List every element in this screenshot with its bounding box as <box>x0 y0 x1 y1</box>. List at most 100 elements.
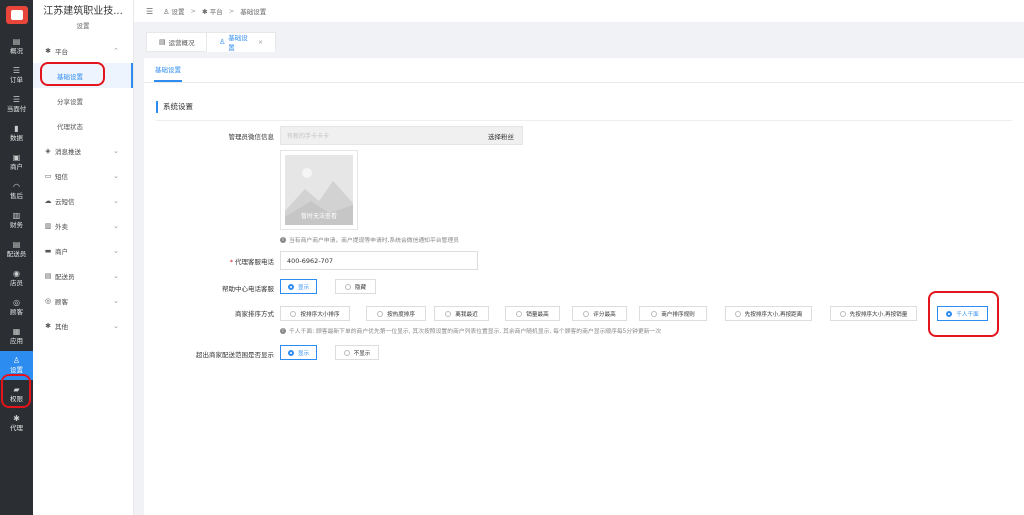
rail-item-4[interactable]: ▣ 商户 <box>0 148 33 177</box>
image-placeholder-icon: 暂时无法查看 <box>285 155 353 225</box>
rail-item-label: 顾客 <box>10 308 23 317</box>
tab-label: 基础设置 <box>228 34 248 52</box>
sidebar-group-1[interactable]: ◈ 消息推送 ⌄ <box>33 138 133 163</box>
sort-option-nearest[interactable]: 离我最近 <box>434 306 489 321</box>
user-settings-icon: ♙ <box>12 356 21 366</box>
chevron-down-icon: ⌄ <box>113 146 119 155</box>
sidebar-group-0[interactable]: ✱ 平台 ⌃ <box>33 38 133 63</box>
radio-dot <box>651 310 658 317</box>
annotation-highlight-settings <box>1 374 31 408</box>
rail-item-label: 设置 <box>10 366 23 375</box>
chevron-down-icon: ⌄ <box>113 246 119 255</box>
close-icon[interactable]: × <box>258 39 263 46</box>
message-icon: ▭ <box>44 171 52 180</box>
chevron-down-icon: ⌄ <box>113 296 119 305</box>
list-icon: ☰ <box>12 66 21 76</box>
radio-label: 隐藏 <box>354 284 367 291</box>
radio-label: 评分最高 <box>593 311 616 318</box>
card-tabs: 基础设置 <box>144 58 1024 83</box>
chevron-up-icon: ⌃ <box>113 46 119 55</box>
breadcrumb-label: 基础设置 <box>240 8 267 16</box>
select-fans-button[interactable]: 选择粉丝 <box>479 126 523 145</box>
radio-label: 按排序大小排序 <box>300 311 340 318</box>
rail-item-label: 代理 <box>10 424 23 433</box>
tab-overview[interactable]: ▤ 运营概况 <box>146 32 209 52</box>
page-tabs: ▤ 运营概况 ♙ 基础设置 × <box>134 32 1024 52</box>
card-tab-basic-settings[interactable]: 基础设置 <box>154 58 182 82</box>
sidebar-group-5[interactable]: ▬ 商户 ⌄ <box>33 238 133 263</box>
rail-item-label: 商户 <box>10 163 23 172</box>
rail-item-13[interactable]: ✱ 代理 <box>0 409 33 438</box>
tab-basic-settings[interactable]: ♙ 基础设置 × <box>206 32 276 52</box>
avatar-preview[interactable]: 暂时无法查看 <box>280 150 358 230</box>
rail-item-3[interactable]: ▮ 数据 <box>0 119 33 148</box>
breadcrumb-item-2[interactable]: 基础设置 <box>240 6 266 16</box>
rail-item-1[interactable]: ☰ 订单 <box>0 61 33 90</box>
org-title: 江苏建筑职业技... <box>43 6 123 17</box>
sidebar-group-label: 短信 <box>55 172 68 181</box>
rail-item-9[interactable]: ◎ 顾客 <box>0 293 33 322</box>
sidebar-item-0-2[interactable]: 代理状态 <box>33 113 133 138</box>
customer-icon: ◎ <box>13 298 20 308</box>
breadcrumb-label: 设置 <box>171 8 185 16</box>
sidebar-group-6[interactable]: ▤ 配送员 ⌄ <box>33 263 133 288</box>
annotation-highlight-basic-settings <box>40 62 105 86</box>
rail-item-label: 当面付 <box>6 105 27 114</box>
customer-icon: ◎ <box>44 296 52 305</box>
dashboard-icon: ▤ <box>159 38 166 46</box>
help-center-show-radio[interactable]: 显示 <box>280 279 317 294</box>
sort-option-order-then-sales[interactable]: 先按排序大小,再按销量 <box>830 306 917 321</box>
top-bar: ☰ ♙ 设置 > ✱ 平台 > 基础设置 <box>134 0 1024 22</box>
chevron-down-icon: ⌄ <box>113 171 119 180</box>
rail-item-label: 概况 <box>10 47 23 56</box>
radio-dot <box>377 310 383 317</box>
sort-option-top-rating[interactable]: 评分最高 <box>572 306 627 321</box>
phone-input[interactable]: 400-6962-707 <box>280 251 478 270</box>
image-caption: 暂时无法查看 <box>300 213 337 220</box>
sort-option-merchant-rule[interactable]: 商户排序规则 <box>639 306 707 321</box>
help-center-hide-radio[interactable]: 隐藏 <box>335 279 376 294</box>
help-text: 千人千面: 顾客最新下单的商户优先第一位显示, 其次按照设置的商户列表位置显示,… <box>289 329 662 335</box>
rail-item-8[interactable]: ◉ 店员 <box>0 264 33 293</box>
rail-item-0[interactable]: ▤ 概况 <box>0 32 33 61</box>
sidebar-group-4[interactable]: ▥ 外卖 ⌄ <box>33 213 133 238</box>
rail-item-5[interactable]: ◠ 售后 <box>0 177 33 206</box>
breadcrumb-item-1[interactable]: ✱ 平台 <box>202 6 223 16</box>
sidebar-group-3[interactable]: ☁ 云短信 ⌄ <box>33 188 133 213</box>
store-icon: ▣ <box>12 153 21 163</box>
radio-label: 先按排序大小,再按距离 <box>744 311 803 318</box>
info-icon: i <box>280 327 286 334</box>
radio-label: 不显示 <box>353 350 371 357</box>
rail-item-10[interactable]: ▦ 应用 <box>0 322 33 351</box>
sidebar-group-label: 平台 <box>55 47 68 56</box>
rail-item-6[interactable]: ▥ 财务 <box>0 206 33 235</box>
apps-icon: ▦ <box>12 327 21 337</box>
sidebar-item-0-1[interactable]: 分享设置 <box>33 88 133 113</box>
rail-item-2[interactable]: ☰ 当面付 <box>0 90 33 119</box>
cloud-icon: ☁ <box>44 196 52 205</box>
sort-help: i 千人千面: 顾客最新下单的商户优先第一位显示, 其次按照设置的商户列表位置显… <box>280 326 661 335</box>
breadcrumb-item-0[interactable]: ♙ 设置 <box>163 6 184 16</box>
gear-icon: ✱ <box>45 321 51 330</box>
breadcrumb-separator: > <box>228 7 235 15</box>
sort-option-order-then-distance[interactable]: 先按排序大小,再按距离 <box>725 306 812 321</box>
sort-option-by-order[interactable]: 按排序大小排序 <box>280 306 350 321</box>
rail-item-7[interactable]: ▤ 配送员 <box>0 235 33 264</box>
rail-item-label: 订单 <box>10 76 23 85</box>
user-settings-icon: ♙ <box>219 38 226 46</box>
sort-option-by-heat[interactable]: 按热度排序 <box>366 306 426 321</box>
gear-icon: ✱ <box>201 8 208 16</box>
menu-toggle-icon[interactable]: ☰ <box>146 7 153 16</box>
takeout-icon: ▥ <box>44 221 52 230</box>
out-of-range-hide-radio[interactable]: 不显示 <box>335 345 379 360</box>
sidebar-group-2[interactable]: ▭ 短信 ⌄ <box>33 163 133 188</box>
sort-option-top-sales[interactable]: 销量最高 <box>505 306 560 321</box>
out-of-range-show-radio[interactable]: 显示 <box>280 345 317 360</box>
monitor-icon: ▤ <box>12 37 21 47</box>
sidebar-group-8[interactable]: ✱ 其他 ⌄ <box>33 313 133 338</box>
broadcast-icon: ◈ <box>45 146 51 155</box>
radio-dot <box>734 310 741 317</box>
radio-dot <box>445 310 452 317</box>
sidebar-group-7[interactable]: ◎ 顾客 ⌄ <box>33 288 133 313</box>
headset-icon: ◠ <box>13 182 20 192</box>
